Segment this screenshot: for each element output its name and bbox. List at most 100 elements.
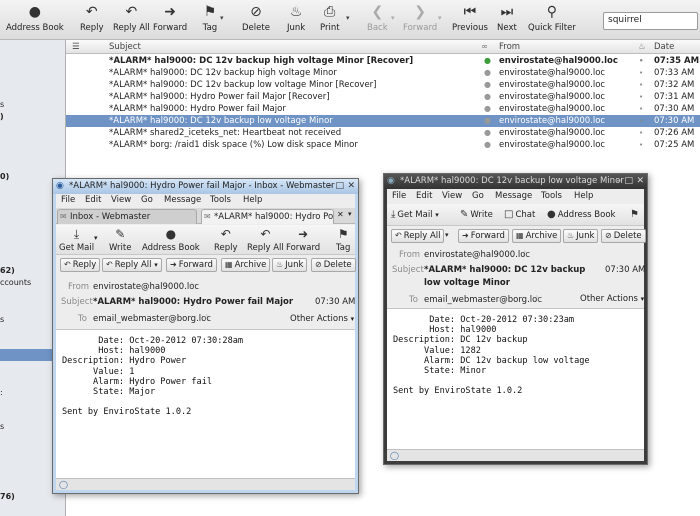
- tag-dropdown-arrow-icon[interactable]: ▾: [220, 14, 224, 22]
- forward-nav-button[interactable]: ❯ Forward: [403, 4, 437, 33]
- menu-go[interactable]: Go: [141, 195, 153, 205]
- menu-tools[interactable]: Tools: [541, 191, 562, 201]
- address-book-button[interactable]: ● Address Book: [142, 227, 200, 253]
- minimize-icon[interactable]: –: [617, 175, 622, 188]
- table-row[interactable]: *ALARM* hal9000: DC 12v backup low volta…: [66, 115, 700, 127]
- junk-action-button[interactable]: ♨ Junk: [272, 258, 308, 272]
- other-actions-button[interactable]: Other Actions ▾: [580, 294, 644, 304]
- menu-message[interactable]: Message: [495, 191, 532, 201]
- junk-action-button[interactable]: ♨ Junk: [563, 229, 599, 243]
- junk-status-icon[interactable]: •: [639, 67, 643, 79]
- close-icon[interactable]: ✕: [636, 175, 644, 188]
- from-value[interactable]: envirostate@hal9000.loc: [424, 250, 530, 260]
- table-row[interactable]: *ALARM* hal9000: DC 12v backup high volt…: [66, 55, 700, 67]
- tag-button[interactable]: ⚑: [630, 208, 641, 222]
- thread-toggle-icon[interactable]: ∞: [481, 42, 488, 52]
- from-column-header[interactable]: From: [499, 42, 520, 52]
- forward-button[interactable]: ➜ Forward: [153, 4, 187, 33]
- tag-button[interactable]: ⚑ Tag: [202, 4, 218, 33]
- quick-filter-button[interactable]: ⚲ Quick Filter: [528, 4, 576, 33]
- read-status-icon[interactable]: ●: [484, 79, 491, 91]
- table-row[interactable]: *ALARM* hal9000: DC 12v backup low volta…: [66, 79, 700, 91]
- menu-view[interactable]: View: [111, 195, 131, 205]
- archive-action-button[interactable]: ▦ Archive: [221, 258, 271, 272]
- tab-message[interactable]: ✉ *ALARM* hal9000: Hydro Power fail Majo…: [201, 209, 334, 224]
- menu-help[interactable]: Help: [243, 195, 262, 205]
- junk-status-icon[interactable]: •: [639, 127, 643, 139]
- window-titlebar[interactable]: ◉ *ALARM* hal9000: Hydro Power fail Majo…: [53, 179, 358, 194]
- table-row[interactable]: *ALARM* hal9000: Hydro Power fail Major ●…: [66, 103, 700, 115]
- from-value[interactable]: envirostate@hal9000.loc: [93, 282, 199, 292]
- get-mail-button[interactable]: ⤓ Get Mail: [59, 227, 94, 253]
- read-status-icon[interactable]: ●: [484, 91, 491, 103]
- junk-status-icon[interactable]: •: [639, 115, 643, 127]
- print-dropdown-arrow-icon[interactable]: ▾: [346, 14, 350, 22]
- tag-button[interactable]: ⚑ Tag: [336, 227, 350, 253]
- forward-action-button[interactable]: ➜ Forward: [458, 229, 509, 243]
- folder-fragment[interactable]: s: [0, 315, 4, 324]
- chat-button[interactable]: □ Chat: [504, 208, 535, 222]
- junk-status-icon[interactable]: •: [639, 79, 643, 91]
- reply-all-button[interactable]: ↶ Reply All: [113, 4, 150, 33]
- junk-status-icon[interactable]: •: [639, 139, 643, 151]
- table-row[interactable]: *ALARM* hal9000: Hydro Power fail Major …: [66, 91, 700, 103]
- star-icon[interactable]: ☆: [521, 249, 529, 259]
- get-mail-arrow-icon[interactable]: ▾: [94, 234, 98, 242]
- forward-button[interactable]: ➜ Forward: [286, 227, 320, 253]
- junk-status-icon[interactable]: •: [639, 103, 643, 115]
- folder-fragment[interactable]: 0): [0, 172, 9, 181]
- star-icon[interactable]: ☆: [533, 294, 541, 304]
- subject-column-header[interactable]: Subject: [109, 42, 141, 52]
- address-book-button[interactable]: ● Address Book: [547, 208, 615, 222]
- reply-all-action-button[interactable]: ↶ Reply All ▾: [102, 258, 162, 272]
- delete-action-button[interactable]: ⊘ Delete: [311, 258, 356, 272]
- maximize-icon[interactable]: □: [624, 175, 633, 188]
- close-icon[interactable]: ✕: [347, 180, 355, 193]
- next-button[interactable]: ⏭ Next: [497, 4, 517, 33]
- forward-action-button[interactable]: ➜ Forward: [166, 258, 217, 272]
- folder-fragment[interactable]: 62): [0, 266, 15, 275]
- folder-fragment[interactable]: s: [0, 100, 4, 109]
- menu-help[interactable]: Help: [574, 191, 593, 201]
- reply-all-button[interactable]: ↶ Reply All: [247, 227, 284, 253]
- archive-action-button[interactable]: ▦ Archive: [512, 229, 562, 243]
- read-status-icon[interactable]: ●: [484, 139, 491, 151]
- menu-edit[interactable]: Edit: [416, 191, 432, 201]
- reply-action-button[interactable]: ↶ Reply: [60, 258, 101, 272]
- folder-fragment[interactable]: :: [0, 388, 3, 397]
- tab-close-icon[interactable]: ✕: [337, 210, 344, 219]
- address-book-button[interactable]: ● Address Book: [6, 4, 64, 33]
- maximize-icon[interactable]: □: [335, 180, 344, 193]
- menu-tools[interactable]: Tools: [210, 195, 231, 205]
- junk-button[interactable]: ♨ Junk: [287, 4, 305, 33]
- table-row[interactable]: *ALARM* shared2_iceteks_net: Heartbeat n…: [66, 127, 700, 139]
- reply-all-arrow-icon[interactable]: ▾: [445, 231, 449, 239]
- delete-button[interactable]: ⊘ Delete: [242, 4, 270, 33]
- back-button[interactable]: ❮ Back: [367, 4, 388, 33]
- to-value[interactable]: email_webmaster@borg.loc: [93, 314, 211, 324]
- junk-status-icon[interactable]: •: [639, 91, 643, 103]
- read-status-icon[interactable]: ●: [484, 55, 491, 67]
- menu-go[interactable]: Go: [472, 191, 484, 201]
- star-icon[interactable]: ☆: [188, 281, 196, 291]
- minimize-icon[interactable]: –: [328, 180, 333, 193]
- date-column-header[interactable]: Date: [654, 42, 674, 52]
- delete-action-button[interactable]: ⊘ Delete: [601, 229, 646, 243]
- get-mail-button[interactable]: ⤓ Get Mail ▾: [391, 208, 439, 222]
- read-status-icon[interactable]: ●: [484, 115, 491, 127]
- menu-edit[interactable]: Edit: [85, 195, 101, 205]
- thread-column-icon[interactable]: ☰: [72, 42, 80, 52]
- star-icon[interactable]: ☆: [203, 313, 211, 323]
- write-button[interactable]: ✎ Write: [460, 208, 493, 222]
- print-button[interactable]: ⎙ Print: [320, 4, 340, 33]
- reply-button[interactable]: ↶ Reply: [214, 227, 238, 253]
- previous-button[interactable]: ⏮ Previous: [452, 4, 488, 33]
- folder-fragment[interactable]: ccounts: [0, 278, 31, 287]
- read-status-icon[interactable]: ●: [484, 127, 491, 139]
- junk-status-icon[interactable]: •: [639, 55, 643, 67]
- menu-view[interactable]: View: [442, 191, 462, 201]
- to-value[interactable]: email_webmaster@borg.loc: [424, 295, 542, 305]
- read-status-icon[interactable]: ●: [484, 103, 491, 115]
- menu-file[interactable]: File: [392, 191, 406, 201]
- back-dropdown-arrow-icon[interactable]: ▾: [391, 14, 395, 22]
